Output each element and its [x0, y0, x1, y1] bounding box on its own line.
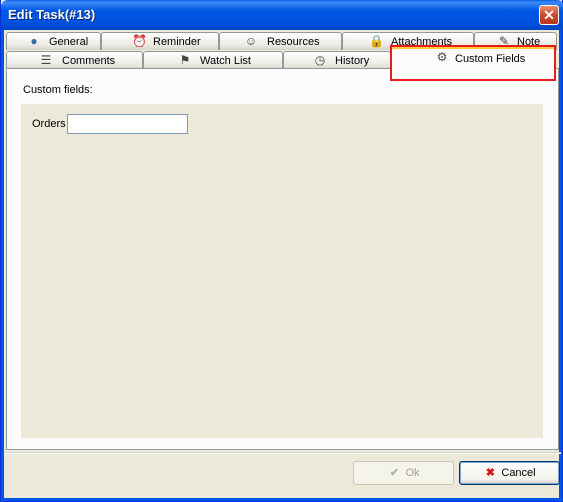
- tab-label: Reminder: [153, 36, 201, 48]
- tab-history[interactable]: ◷ History: [283, 51, 391, 69]
- tab-label: Comments: [62, 55, 116, 67]
- edit-task-dialog: Edit Task(#13) ✕ ● General ⏰ Reminder ☺ …: [0, 0, 563, 502]
- tab-comments[interactable]: ☰ Comments: [6, 51, 143, 69]
- title-bar[interactable]: Edit Task(#13) ✕: [1, 0, 563, 30]
- lock-icon: 🔒: [369, 34, 384, 48]
- tab-label: Watch List: [200, 55, 251, 67]
- tab-label: Resources: [267, 36, 320, 48]
- comments-icon: ☰: [40, 53, 52, 67]
- custom-fields-area: [21, 104, 543, 438]
- footer-divider: [4, 452, 561, 454]
- tab-reminder[interactable]: ⏰ Reminder: [101, 32, 219, 50]
- orders-input[interactable]: [67, 114, 188, 134]
- tab-watch-list[interactable]: ⚑ Watch List: [143, 51, 283, 69]
- tab-label: History: [335, 55, 370, 67]
- checkmark-icon: ✔: [389, 467, 400, 479]
- cancel-button[interactable]: ✖ Cancel: [459, 461, 560, 485]
- close-button[interactable]: ✕: [539, 5, 559, 25]
- cancel-label: Cancel: [501, 467, 536, 479]
- cancel-x-icon: ✖: [485, 467, 495, 479]
- window-border-left: [1, 30, 4, 502]
- watch-list-icon: ⚑: [179, 53, 191, 67]
- alarm-clock-icon: ⏰: [132, 34, 147, 48]
- window-border-right: [559, 30, 562, 502]
- gear-icon: ⚙: [436, 50, 448, 64]
- globe-icon: ●: [30, 34, 38, 48]
- tab-custom-fields[interactable]: ⚙ Custom Fields: [391, 47, 555, 69]
- person-icon: ☺: [244, 34, 258, 48]
- window-border-bottom: [1, 498, 563, 501]
- close-icon: ✕: [543, 7, 555, 23]
- ok-label: Ok: [405, 467, 420, 479]
- note-icon: ✎: [498, 34, 510, 48]
- tab-label: General: [49, 36, 89, 48]
- custom-fields-heading: Custom fields:: [23, 84, 93, 96]
- orders-label: Orders: [32, 118, 66, 130]
- window-title: Edit Task(#13): [8, 7, 96, 22]
- ok-button[interactable]: ✔ Ok: [353, 461, 454, 485]
- history-icon: ◷: [314, 53, 326, 67]
- tab-general[interactable]: ● General: [6, 32, 101, 50]
- tab-resources[interactable]: ☺ Resources: [219, 32, 342, 50]
- tab-label: Custom Fields: [455, 53, 526, 65]
